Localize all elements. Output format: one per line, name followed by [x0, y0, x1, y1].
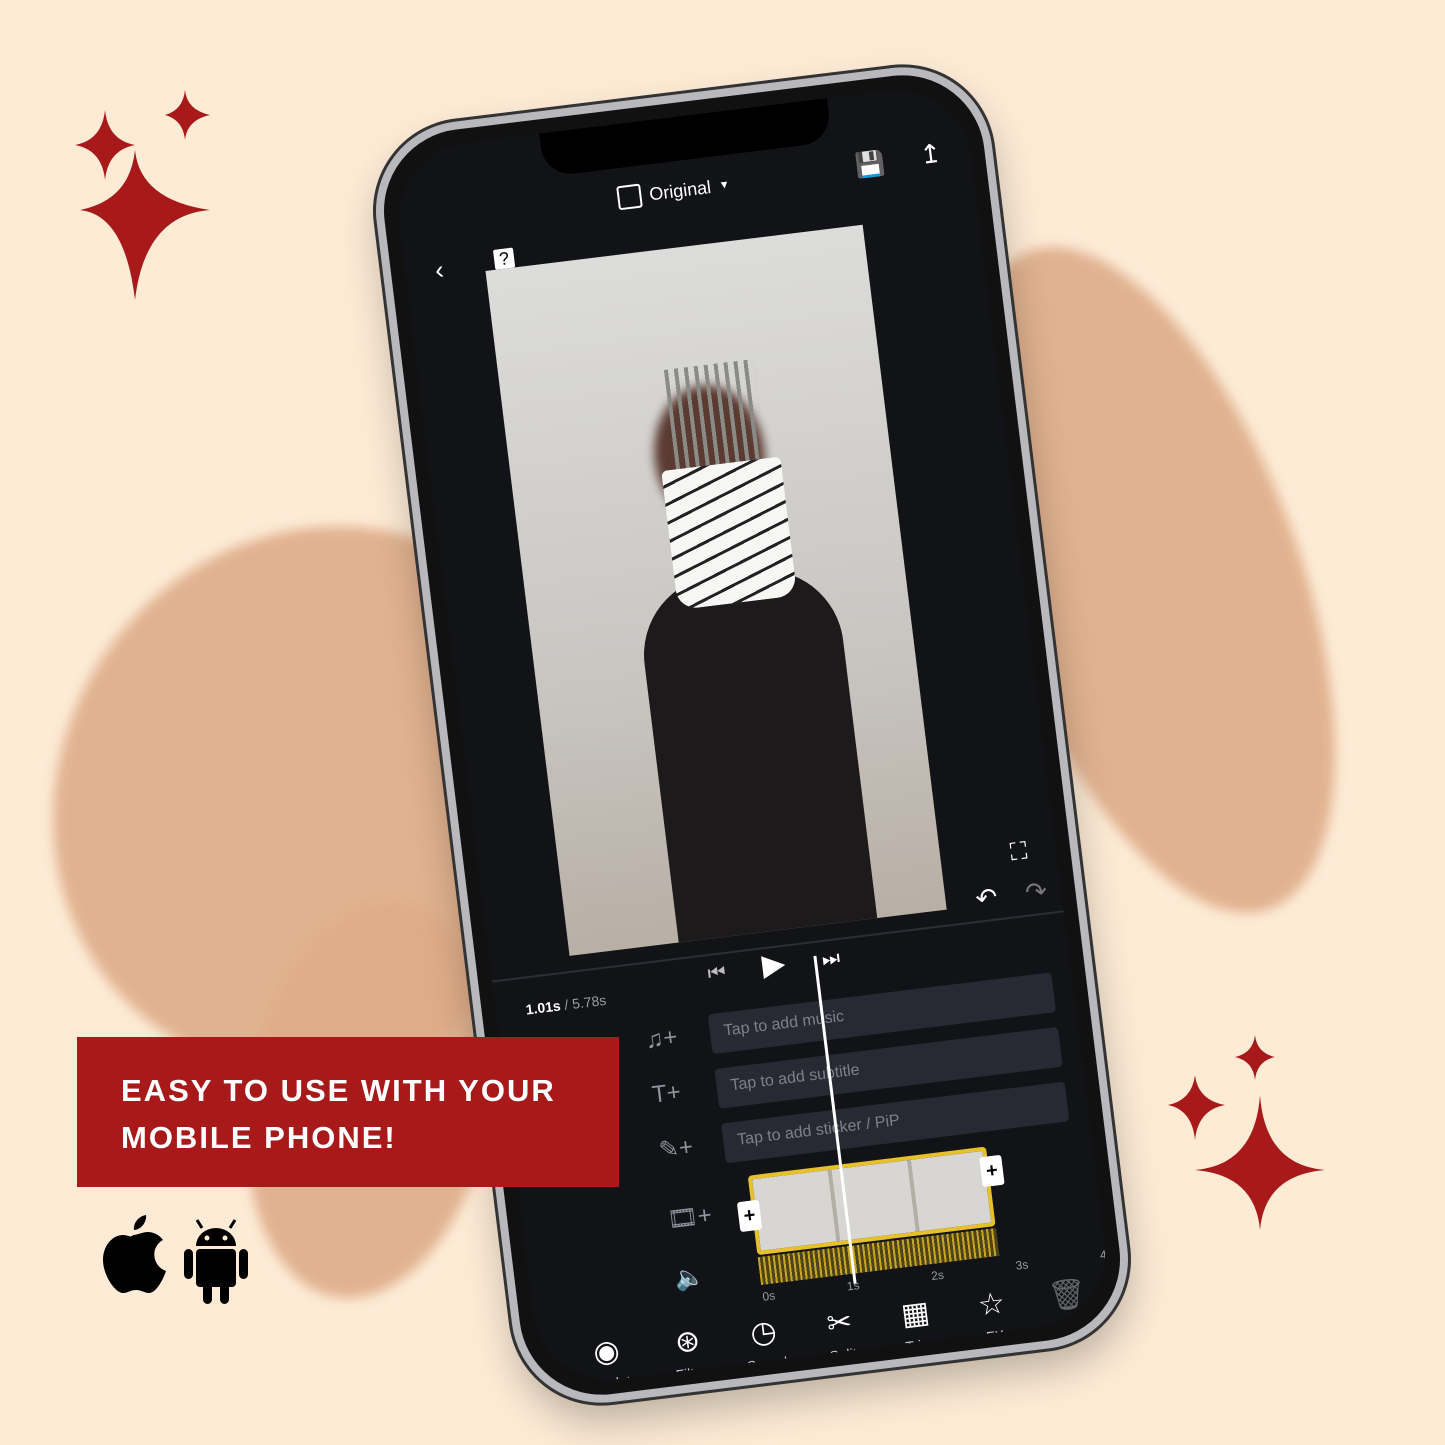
ruler-tick: 4s	[1099, 1246, 1114, 1263]
tool-label: FX	[985, 1326, 1006, 1345]
tool-filter[interactable]: ⊛ Filter	[662, 1322, 715, 1384]
add-sticker-icon[interactable]: ✎+	[657, 1132, 694, 1165]
save-icon[interactable]: 💾	[854, 150, 887, 180]
banner-line-1: EASY TO USE WITH YOUR	[121, 1073, 556, 1108]
tool-label: Template	[581, 1371, 640, 1389]
bottom-toolbar: ◉ Template ⊛ Filter ◷ Speed ✂ Split ▦ Trim ☆ F…	[576, 1275, 1095, 1389]
ratio-label: Original	[648, 176, 713, 204]
video-editor-screen: ‹ ? Original ▼ 💾 ↥ ⛶ ↶ ↷ ⏮ ▶ ⏭ 1.01s / 5.…	[390, 81, 1114, 1389]
trash-icon: 🗑	[1046, 1276, 1089, 1314]
tool-split[interactable]: ✂ Split	[814, 1303, 867, 1365]
trim-icon: ▦	[899, 1295, 932, 1333]
help-book-icon[interactable]: ?	[492, 247, 516, 270]
tool-fx[interactable]: ☆ FX	[966, 1284, 1019, 1346]
back-icon[interactable]: ‹	[433, 254, 445, 285]
ruler-tick: 3s	[1014, 1257, 1030, 1273]
export-icon[interactable]: ↥	[918, 138, 943, 170]
tool-delete[interactable]: 🗑 Dele	[1042, 1275, 1095, 1337]
ruler-tick: 2s	[930, 1267, 945, 1284]
tool-speed[interactable]: ◷ Speed	[738, 1312, 791, 1375]
dropdown-arrow-icon: ▼	[718, 178, 731, 192]
scissors-icon: ✂	[824, 1305, 854, 1342]
ratio-frame-icon	[616, 183, 643, 211]
phone-notch	[539, 98, 833, 178]
add-clip-before-button[interactable]: +	[736, 1199, 763, 1233]
tool-label: Dele	[1055, 1316, 1087, 1337]
preview-apron	[634, 560, 880, 956]
tool-template[interactable]: ◉ Template	[576, 1331, 640, 1389]
filter-circles-icon: ⊛	[673, 1323, 703, 1360]
tool-label: Split	[828, 1344, 858, 1365]
current-time: 1.01s	[524, 997, 562, 1018]
speedometer-icon: ◷	[748, 1314, 779, 1351]
tool-label: Trim	[904, 1335, 934, 1355]
ruler-tick: 0s	[761, 1288, 777, 1304]
time-separator: /	[563, 996, 570, 1013]
sparkles-icon	[1168, 1035, 1325, 1230]
banner-line-2: MOBILE PHONE!	[121, 1120, 397, 1155]
tool-trim[interactable]: ▦ Trim	[890, 1294, 943, 1356]
tool-label: Filter	[674, 1363, 708, 1383]
skip-end-icon[interactable]: ⏭	[821, 947, 842, 971]
skip-start-icon[interactable]: ⏮	[706, 961, 727, 985]
play-icon[interactable]: ▶	[760, 947, 787, 983]
fullscreen-icon[interactable]: ⛶	[1009, 837, 1029, 866]
add-text-icon[interactable]: T+	[651, 1078, 683, 1109]
preview-cup	[661, 456, 798, 611]
video-preview[interactable]	[485, 224, 947, 956]
total-time: 5.78s	[571, 991, 608, 1012]
template-reel-icon: ◉	[591, 1333, 622, 1370]
add-clip-after-button[interactable]: +	[979, 1154, 1005, 1188]
promo-banner: EASY TO USE WITH YOUR MOBILE PHONE!	[77, 1037, 619, 1187]
aspect-ratio-dropdown[interactable]: Original ▼	[616, 173, 731, 211]
add-video-icon[interactable]: 🎞+	[666, 1201, 714, 1235]
redo-icon[interactable]: ↷	[1023, 875, 1048, 907]
undo-icon[interactable]: ↶	[974, 881, 999, 913]
volume-icon[interactable]: 🔈	[673, 1262, 706, 1294]
apple-icon	[103, 1215, 166, 1293]
add-music-icon[interactable]: ♫+	[644, 1023, 679, 1055]
star-fx-icon: ☆	[976, 1286, 1007, 1323]
android-icon	[184, 1219, 248, 1304]
sparkles-icon	[75, 90, 210, 300]
tool-label: Speed	[746, 1353, 789, 1375]
